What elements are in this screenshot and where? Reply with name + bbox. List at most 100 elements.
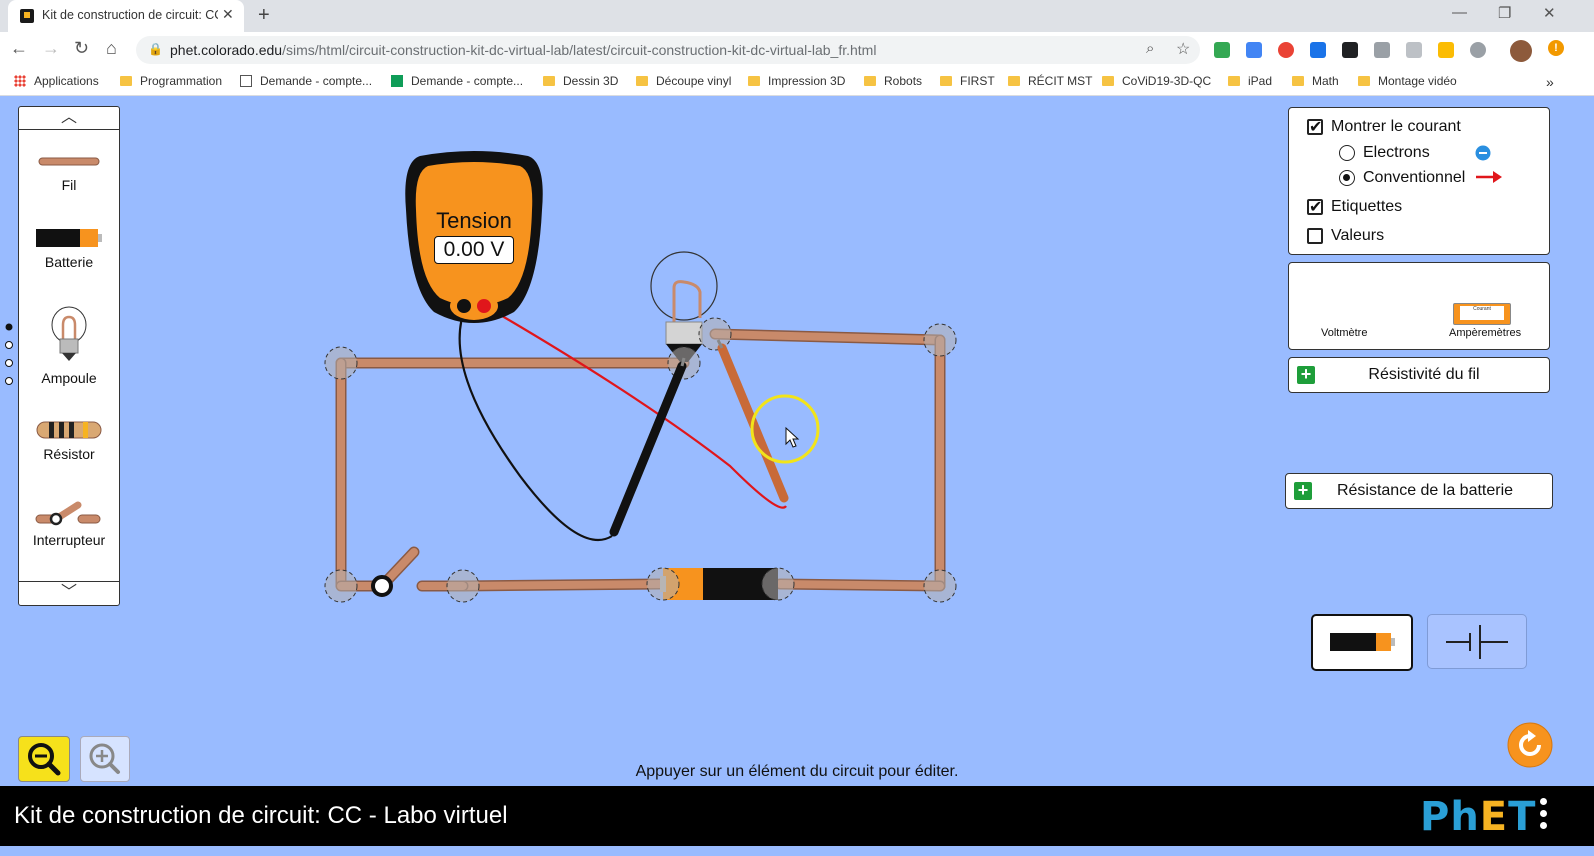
bookmark-label: Math <box>1312 74 1339 88</box>
more-bookmarks-icon[interactable]: » <box>1546 74 1554 90</box>
ammeter-sensor-label: Ampèremètres <box>1449 327 1522 339</box>
conventional-label: Conventionnel <box>1363 169 1466 186</box>
bookmark-label: iPad <box>1248 74 1273 88</box>
bookmark-label: RÉCIT MST <box>1028 74 1093 88</box>
red-arrow-icon <box>1476 171 1502 183</box>
forward-icon[interactable]: → <box>42 38 60 59</box>
electrons-radio[interactable] <box>1339 145 1355 161</box>
bookmark-item[interactable]: Robots <box>864 74 922 88</box>
bookmark-item[interactable]: Demande - compte... <box>240 74 372 88</box>
alert-menu-icon[interactable]: ! <box>1548 40 1564 56</box>
bookmark-item[interactable]: CoViD19-3D-QC <box>1102 74 1211 88</box>
red-probe[interactable] <box>716 339 789 503</box>
circuit-switch[interactable] <box>335 546 469 597</box>
folder-icon <box>120 76 132 86</box>
calendar-extension-icon[interactable] <box>1310 42 1326 58</box>
reset-all-icon[interactable] <box>1506 721 1554 769</box>
labels-label: Etiquettes <box>1331 198 1403 215</box>
browser-tab[interactable]: Kit de construction de circuit: CC ✕ <box>8 0 244 32</box>
drive-extension-icon[interactable] <box>1214 42 1230 58</box>
wire-resistivity-label: Résistivité du fil <box>1368 366 1480 383</box>
bookmark-label: Découpe vinyl <box>656 74 732 88</box>
voltmeter-title: Tension <box>436 208 512 233</box>
bookmark-item[interactable]: iPad <box>1228 74 1272 88</box>
folder-icon <box>1228 76 1240 86</box>
screen-extension-icon[interactable] <box>1342 42 1358 58</box>
simulation-area: ︿ Fil Batterie Ampoule Résistor Interrup… <box>0 96 1594 786</box>
folder-icon <box>636 76 648 86</box>
bookmark-item[interactable]: RÉCIT MST <box>1008 74 1092 88</box>
bookmark-label: Applications <box>34 74 99 88</box>
battery-resistance-label: Résistance de la batterie <box>1336 482 1514 499</box>
folder-icon <box>1292 76 1304 86</box>
back-icon[interactable]: ← <box>10 38 28 59</box>
house-extension-icon[interactable] <box>1406 42 1422 58</box>
reload-icon[interactable]: ↻ <box>74 38 89 59</box>
phet-menu-icon[interactable] <box>1540 798 1548 834</box>
conventional-radio[interactable] <box>1339 170 1355 186</box>
minimize-icon[interactable]: — <box>1452 4 1467 21</box>
translate-extension-icon[interactable] <box>1246 42 1262 58</box>
schematic-view-button[interactable] <box>1427 614 1527 669</box>
lifelike-view-button[interactable] <box>1311 614 1413 671</box>
browser-tab-strip: Kit de construction de circuit: CC ✕ + —… <box>0 0 1594 32</box>
schematic-battery-icon <box>1446 625 1508 659</box>
folder-icon <box>864 76 876 86</box>
gear-extension-icon[interactable] <box>1470 42 1486 58</box>
bookmarks-bar: Applications Programmation Demande - com… <box>0 68 1594 96</box>
tab-title: Kit de construction de circuit: CC <box>42 8 218 22</box>
omnibox[interactable]: 🔒 phet.colorado.edu/sims/html/circuit-co… <box>136 36 1200 64</box>
sheet-icon <box>240 75 252 87</box>
battery-resistance-button[interactable]: + Résistance de la batterie <box>1285 473 1553 509</box>
phet-favicon-icon <box>20 9 34 23</box>
voltmeter-sensor-label[interactable]: Voltmètre <box>1321 327 1367 339</box>
sim-title: Kit de construction de circuit: CC - Lab… <box>14 802 508 829</box>
lock-icon: 🔒 <box>148 42 163 56</box>
labels-checkbox[interactable] <box>1307 197 1323 217</box>
bookmark-item[interactable]: Impression 3D <box>748 74 845 88</box>
record-extension-icon[interactable] <box>1278 42 1294 58</box>
apps-grid-icon <box>14 75 26 87</box>
phet-logo[interactable]: PhET <box>1420 794 1536 840</box>
avatar[interactable] <box>1510 40 1532 62</box>
bookmark-item[interactable]: Programmation <box>120 74 222 88</box>
new-tab-icon[interactable]: + <box>258 4 270 27</box>
restore-icon[interactable]: ❐ <box>1498 4 1511 22</box>
wire-resistivity-button[interactable]: + Résistivité du fil <box>1288 357 1550 393</box>
folder-icon <box>940 76 952 86</box>
bookmark-item[interactable]: Découpe vinyl <box>636 74 731 88</box>
show-current-checkbox[interactable] <box>1307 117 1323 137</box>
show-current-label: Montrer le courant <box>1331 118 1461 135</box>
url-text: phet.colorado.edu/sims/html/circuit-cons… <box>170 42 876 58</box>
black-probe[interactable] <box>609 357 687 537</box>
close-tab-icon[interactable]: ✕ <box>222 6 234 23</box>
ammeter-sensor[interactable]: Courant <box>1453 303 1511 325</box>
values-label: Valeurs <box>1331 227 1385 244</box>
close-window-icon[interactable]: ✕ <box>1543 4 1556 22</box>
bookmark-label: FIRST <box>960 74 995 88</box>
folder-icon <box>543 76 555 86</box>
address-toolbar: ← → ↻ ⌂ 🔒 phet.colorado.edu/sims/html/ci… <box>0 32 1594 68</box>
hand-extension-icon[interactable] <box>1438 42 1454 58</box>
values-checkbox[interactable] <box>1307 228 1323 244</box>
bookmark-item[interactable]: Math <box>1292 74 1339 88</box>
bookmark-label: Montage vidéo <box>1378 74 1457 88</box>
bookmark-item[interactable]: FIRST <box>940 74 995 88</box>
bookmark-item[interactable]: Dessin 3D <box>543 74 618 88</box>
folder-icon <box>1008 76 1020 86</box>
bookmark-apps[interactable]: Applications <box>14 74 99 88</box>
bookmark-label: Demande - compte... <box>411 74 524 88</box>
view-options-panel: Montrer le courant Electrons Conventionn… <box>1288 107 1550 255</box>
grid-extension-icon[interactable] <box>1374 42 1390 58</box>
url-host: phet.colorado.edu <box>170 42 283 58</box>
bookmark-item[interactable]: Montage vidéo <box>1358 74 1457 88</box>
home-icon[interactable]: ⌂ <box>106 38 117 59</box>
bookmark-item[interactable]: Demande - compte... <box>391 74 523 88</box>
zoom-icon[interactable]: ⌕ <box>1146 40 1154 57</box>
bookmark-star-icon[interactable]: ☆ <box>1176 39 1190 59</box>
bookmark-label: Programmation <box>140 74 223 88</box>
electrons-label: Electrons <box>1363 144 1430 161</box>
voltmeter[interactable]: Tension 0.00 V <box>402 150 546 326</box>
sensors-panel: Voltmètre Courant Ampèremètres <box>1288 262 1550 350</box>
bookmark-label: Demande - compte... <box>260 74 373 88</box>
